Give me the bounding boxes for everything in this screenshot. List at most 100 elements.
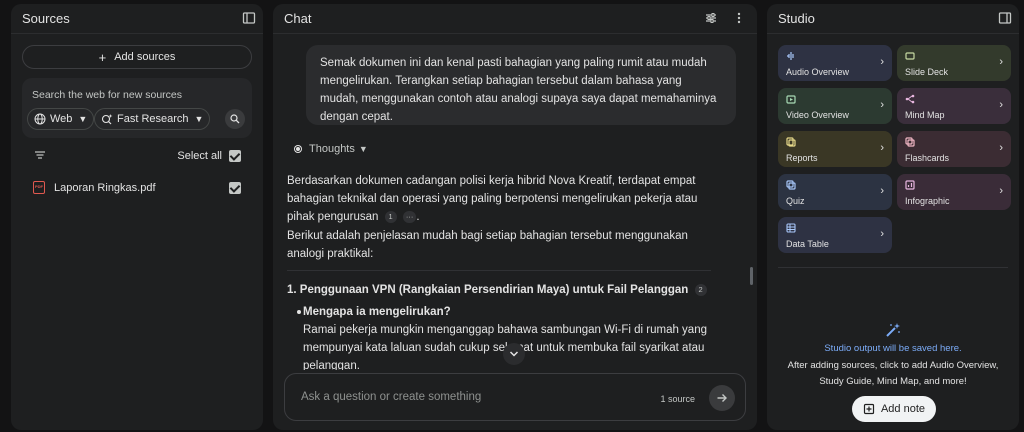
chat-panel: Chat Semak dokumen ini dan kenal pasti b… (273, 4, 757, 430)
chevron-right-icon: › (999, 142, 1003, 154)
citation-chip[interactable]: 1 (384, 211, 397, 223)
studio-header: Studio (767, 4, 1019, 34)
answer-heading: 1. Penggunaan VPN (Rangkaian Persendiria… (287, 281, 717, 299)
studio-tile-reports[interactable]: Reports › (778, 131, 892, 167)
heading-text: 1. Penggunaan VPN (Rangkaian Persendiria… (287, 284, 689, 296)
thoughts-label: Thoughts (309, 143, 355, 155)
chevron-down-icon: ▼ (194, 114, 204, 124)
add-note-button[interactable]: Add note (852, 396, 936, 422)
studio-tile-quiz[interactable]: Quiz › (778, 174, 892, 210)
studio-tile-infographic[interactable]: Infographic › (897, 174, 1011, 210)
studio-output-desc: After adding sources, click to add Audio… (787, 360, 999, 387)
answer-text-end: . (416, 211, 420, 223)
chevron-right-icon: › (880, 228, 884, 240)
answer-text: Berdasarkan dokumen cadangan polisi kerj… (287, 175, 698, 223)
source-checkbox[interactable] (229, 182, 241, 194)
sources-title: Sources (22, 11, 70, 26)
web-source-dropdown[interactable]: Web ▼ (27, 108, 95, 130)
research-chip-label: Fast Research (117, 113, 189, 125)
chevron-down-icon (509, 351, 519, 357)
magic-wand-icon (886, 323, 900, 337)
research-sparkle-icon (101, 114, 113, 125)
studio-tile-mind-map[interactable]: Mind Map › (897, 88, 1011, 124)
chevron-right-icon: › (999, 56, 1003, 68)
reports-icon (786, 137, 796, 147)
mind-map-icon (905, 94, 915, 104)
search-icon (230, 114, 240, 124)
citation-more-chip[interactable]: ··· (402, 211, 417, 223)
more-options-icon[interactable] (732, 11, 746, 25)
send-button[interactable] (709, 385, 735, 411)
scroll-down-button[interactable] (503, 343, 525, 365)
video-icon (786, 95, 796, 104)
chevron-right-icon: › (880, 99, 884, 111)
thoughts-dot-icon (295, 146, 301, 152)
studio-tile-audio-overview[interactable]: Audio Overview › (778, 45, 892, 81)
bullet-title: Mengapa ia mengelirukan? (303, 306, 451, 318)
chevron-right-icon: › (880, 56, 884, 68)
chevron-down-icon: ▼ (78, 114, 88, 124)
tile-label: Mind Map (905, 110, 945, 120)
studio-panel: Studio Audio Overview › Slide Deck › Video O… (767, 4, 1019, 430)
add-note-label: Add note (880, 403, 926, 415)
source-count: 1 source (660, 394, 695, 404)
tile-label: Quiz (786, 196, 805, 206)
source-name[interactable]: Laporan Ringkas.pdf (54, 182, 156, 194)
studio-tile-data-table[interactable]: Data Table › (778, 217, 892, 253)
tile-label: Video Overview (786, 110, 849, 120)
chat-title: Chat (284, 11, 312, 26)
scrollbar-thumb[interactable] (750, 267, 753, 285)
search-web-label[interactable]: Search the web for new sources (32, 89, 182, 101)
source-item[interactable]: PDF Laporan Ringkas.pdf (22, 176, 252, 200)
studio-tile-flashcards[interactable]: Flashcards › (897, 131, 1011, 167)
chat-input-placeholder[interactable]: Ask a question or create something (301, 391, 481, 403)
sources-panel: Sources + Add sources Search the web for… (11, 4, 263, 430)
sources-header: Sources (11, 4, 263, 34)
slides-icon (905, 52, 915, 60)
answer-paragraph-2: Berikut adalah penjelasan mudah bagi set… (287, 230, 688, 260)
studio-tile-slide-deck[interactable]: Slide Deck › (897, 45, 1011, 81)
tile-label: Slide Deck (905, 67, 949, 77)
answer-paragraph: Berdasarkan dokumen cadangan polisi kerj… (287, 172, 717, 226)
add-sources-button[interactable]: + Add sources (22, 45, 252, 69)
add-sources-label: Add sources (114, 51, 176, 63)
chevron-down-icon: ▼ (358, 144, 368, 154)
chevron-right-icon: › (999, 185, 1003, 197)
tune-settings-icon[interactable] (704, 11, 718, 25)
tile-label: Data Table (786, 239, 829, 249)
tile-label: Reports (786, 153, 818, 163)
web-search-box: Search the web for new sources Web ▼ Fas… (22, 78, 252, 138)
studio-tile-video-overview[interactable]: Video Overview › (778, 88, 892, 124)
quiz-icon (786, 180, 796, 190)
pdf-icon: PDF (33, 181, 45, 194)
bullet-icon (297, 310, 301, 314)
select-all-row: Select all (22, 144, 252, 168)
tile-label: Infographic (905, 196, 950, 206)
research-mode-dropdown[interactable]: Fast Research ▼ (94, 108, 211, 130)
tile-label: Flashcards (905, 153, 950, 163)
collapse-panel-icon[interactable] (242, 11, 256, 25)
select-all-label[interactable]: Select all (177, 150, 222, 162)
chevron-right-icon: › (999, 99, 1003, 111)
filter-icon[interactable] (34, 150, 46, 160)
chat-header: Chat (273, 4, 757, 34)
chevron-right-icon: › (880, 185, 884, 197)
flashcards-icon (905, 137, 915, 147)
section-divider (287, 270, 711, 271)
studio-output-title: Studio output will be saved here. (824, 343, 962, 354)
user-message: Semak dokumen ini dan kenal pasti bahagi… (306, 45, 736, 125)
chevron-right-icon: › (880, 142, 884, 154)
collapse-panel-icon[interactable] (998, 11, 1012, 25)
tile-label: Audio Overview (786, 67, 850, 77)
chat-input-box[interactable]: Ask a question or create something 1 sou… (284, 373, 746, 421)
arrow-right-icon (717, 394, 727, 402)
search-submit-button[interactable] (225, 109, 245, 129)
table-icon (786, 223, 796, 233)
select-all-checkbox[interactable] (229, 150, 241, 162)
citation-chip[interactable]: 2 (694, 284, 707, 296)
plus-icon: + (98, 49, 107, 65)
studio-title: Studio (778, 11, 815, 26)
chat-messages[interactable]: Semak dokumen ini dan kenal pasti bahagi… (273, 35, 757, 370)
note-add-icon (863, 403, 875, 415)
thoughts-toggle[interactable]: Thoughts ▼ (295, 143, 368, 155)
